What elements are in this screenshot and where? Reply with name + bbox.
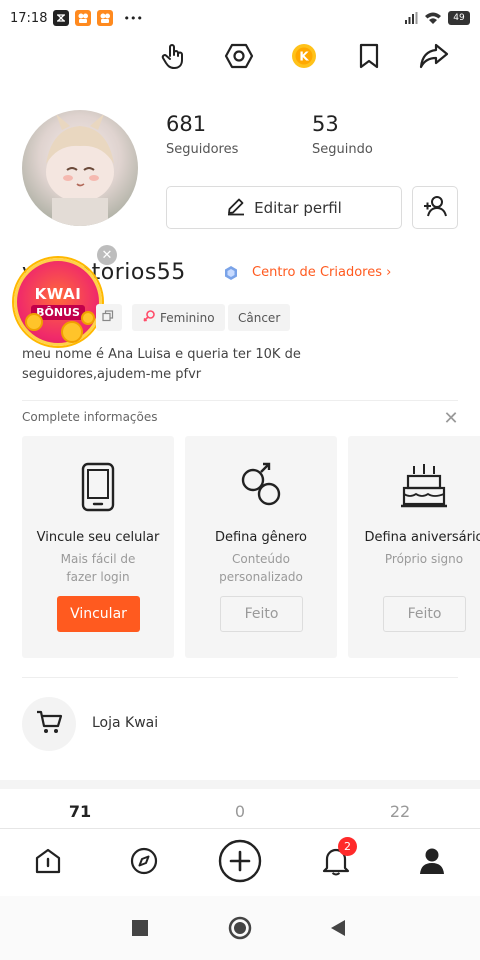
capcut-app-icon	[53, 10, 70, 26]
works-count-tab[interactable]: 71	[50, 802, 110, 821]
nav-discover[interactable]	[122, 841, 166, 885]
edit-profile-label: Editar perfil	[254, 198, 342, 217]
tag-gender[interactable]: Feminino	[132, 304, 225, 331]
followers-stat[interactable]: 681 Seguidores	[166, 112, 238, 157]
following-label: Seguindo	[312, 142, 373, 157]
following-stat[interactable]: 53 Seguindo	[312, 112, 373, 157]
card-subtitle: Mais fácil de fazer login	[60, 552, 136, 584]
birthday-done-button[interactable]: Feito	[383, 596, 466, 632]
following-count: 53	[312, 112, 339, 136]
svg-text:K: K	[299, 50, 309, 64]
tap-hand-icon[interactable]	[156, 38, 192, 74]
kwai-bonus-close-button[interactable]: ✕	[97, 245, 117, 265]
pencil-icon	[226, 196, 246, 220]
bookmark-icon[interactable]	[351, 38, 387, 74]
kwai-app-icon-2	[97, 10, 114, 26]
plus-icon	[218, 839, 262, 887]
coin-icon-2	[61, 321, 83, 343]
card-link-phone: Vincule seu celular Mais fácil de fazer …	[22, 436, 174, 658]
bottom-nav: 2	[0, 828, 480, 896]
nav-notifications[interactable]: 2	[314, 837, 358, 885]
card-title: Defina gênero	[214, 530, 308, 545]
shop-label[interactable]: Loja Kwai	[92, 715, 158, 731]
battery-icon: 49	[448, 11, 470, 25]
complete-info-close-button[interactable]: ✕	[441, 408, 461, 429]
phone-icon	[22, 462, 174, 512]
user-icon	[419, 847, 445, 879]
tag-zodiac[interactable]: Câncer	[228, 304, 291, 331]
section-separator	[0, 780, 480, 789]
gender-icon	[185, 462, 337, 512]
signal-icon	[404, 11, 418, 25]
kwai-bonus-badge[interactable]: KWAI BÔNUS	[14, 258, 102, 346]
home-icon	[34, 847, 62, 879]
top-action-bar: K	[0, 38, 480, 78]
creator-center-label: Centro de Criadores	[252, 265, 382, 280]
status-time: 17:18	[10, 10, 48, 26]
cart-icon	[35, 709, 63, 739]
nav-profile[interactable]	[410, 841, 454, 885]
shop-button[interactable]	[22, 697, 76, 751]
card-title: Defina aniversário	[364, 530, 480, 545]
card-set-birthday: Defina aniversário Próprio signo Feito	[348, 436, 480, 658]
kwai-app-icon	[75, 10, 92, 26]
likes-count-tab[interactable]: 22	[370, 802, 430, 821]
avatar[interactable]	[22, 110, 138, 226]
wifi-icon	[424, 11, 442, 25]
verified-badge-icon	[223, 265, 239, 281]
card-title: Vincule seu celular	[36, 530, 160, 545]
tag-zodiac-label: Câncer	[238, 310, 281, 325]
card-subtitle: Conteúdo personalizado	[219, 552, 303, 584]
kwai-bonus-line1: KWAI	[34, 284, 82, 303]
settings-hex-icon[interactable]	[221, 38, 257, 74]
female-icon	[142, 309, 156, 326]
more-notifications-icon: •••	[123, 11, 143, 25]
followers-label: Seguidores	[166, 142, 239, 157]
private-count-tab[interactable]: 0	[210, 802, 270, 821]
gender-done-button[interactable]: Feito	[220, 596, 303, 632]
status-bar: 17:18 ••• 49	[0, 0, 480, 36]
chevron-right-icon: ›	[386, 265, 392, 280]
cake-icon	[348, 462, 480, 512]
share-icon[interactable]	[416, 38, 452, 74]
notification-badge: 2	[338, 837, 357, 856]
creator-center-link[interactable]: Centro de Criadores ›	[252, 265, 391, 280]
nav-home[interactable]	[26, 841, 70, 885]
gold-coin-icon[interactable]: K	[286, 38, 322, 74]
recent-apps-icon[interactable]	[128, 916, 152, 940]
add-friend-button[interactable]	[412, 186, 458, 229]
coin-icon-3	[81, 311, 95, 325]
edit-profile-button[interactable]: Editar perfil	[166, 186, 402, 229]
add-user-icon	[422, 194, 448, 222]
complete-info-title: Complete informações	[22, 410, 158, 424]
tag-copy[interactable]	[96, 304, 122, 331]
coin-icon	[25, 313, 43, 331]
copy-icon	[102, 310, 114, 325]
home-circle-icon[interactable]	[228, 916, 252, 940]
android-nav-bar	[0, 896, 480, 960]
section-divider	[22, 400, 458, 401]
card-subtitle: Próprio signo	[384, 552, 464, 566]
profile-bio: meu nome é Ana Luisa e queria ter 10K de…	[22, 347, 301, 382]
back-triangle-icon[interactable]	[326, 916, 350, 940]
tag-gender-label: Feminino	[160, 310, 215, 325]
section-divider-2	[22, 677, 458, 678]
card-set-gender: Defina gênero Conteúdo personalizado Fei…	[185, 436, 337, 658]
nav-create[interactable]	[218, 839, 262, 887]
link-phone-button[interactable]: Vincular	[57, 596, 140, 632]
compass-icon	[129, 846, 159, 880]
followers-count: 681	[166, 112, 207, 136]
